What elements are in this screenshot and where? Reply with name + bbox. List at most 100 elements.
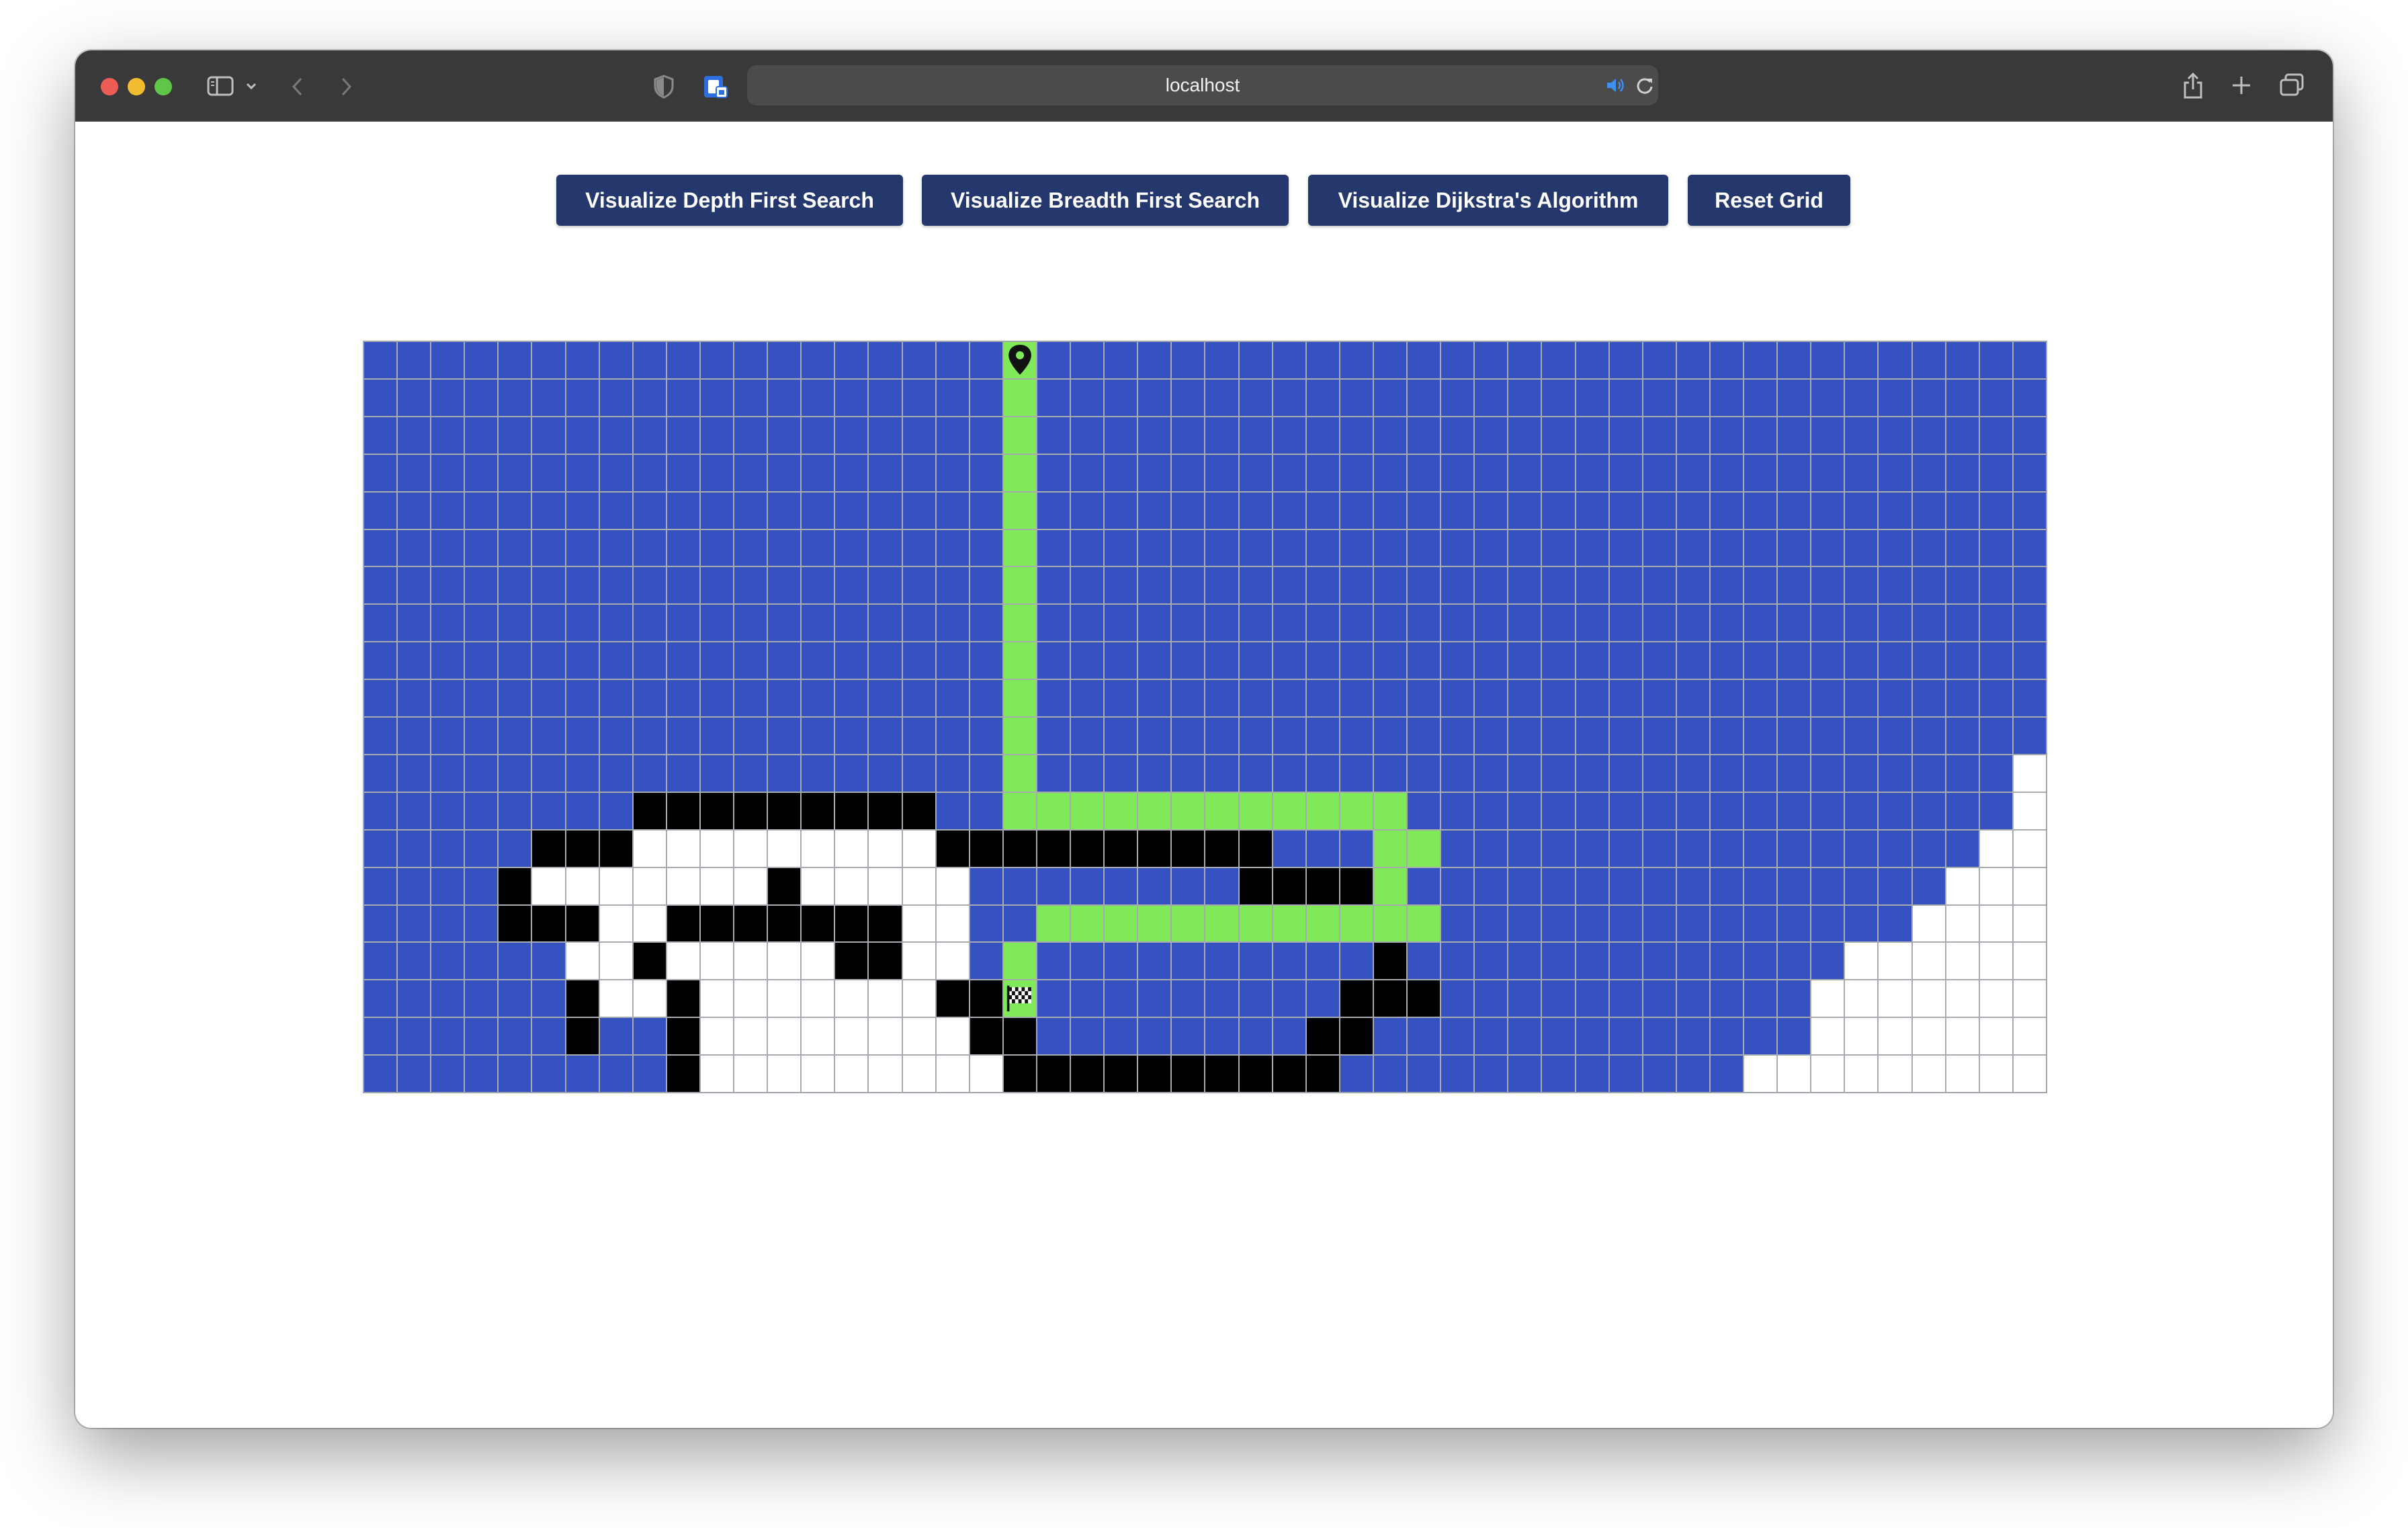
grid-cell[interactable] <box>1945 604 1979 642</box>
grid-cell[interactable] <box>1811 454 1845 492</box>
grid-cell[interactable] <box>1676 792 1710 830</box>
grid-cell[interactable] <box>1238 679 1273 717</box>
grid-cell[interactable] <box>1575 904 1609 943</box>
grid-cell[interactable] <box>464 679 499 717</box>
grid-cell[interactable] <box>734 1017 768 1056</box>
grid-cell[interactable] <box>1709 454 1744 492</box>
grid-cell[interactable] <box>699 867 734 905</box>
grid-cell[interactable] <box>2012 454 2047 492</box>
grid-cell[interactable] <box>565 491 599 529</box>
grid-cell[interactable] <box>1474 491 1508 529</box>
grid-cell[interactable] <box>531 754 566 792</box>
grid-cell[interactable] <box>1036 341 1071 379</box>
grid-cell[interactable] <box>1373 754 1408 792</box>
grid-cell[interactable] <box>969 1017 1003 1056</box>
grid-cell[interactable] <box>1508 341 1542 379</box>
grid-cell[interactable] <box>632 566 666 605</box>
grid-cell[interactable] <box>1171 980 1205 1018</box>
grid-cell[interactable] <box>1642 604 1676 642</box>
grid-cell[interactable] <box>666 566 700 605</box>
grid-cell[interactable] <box>1844 529 1879 567</box>
grid-cell[interactable] <box>464 566 499 605</box>
grid-cell[interactable] <box>1036 792 1071 830</box>
grid-cell[interactable] <box>363 980 398 1018</box>
password-icon[interactable] <box>703 73 730 100</box>
grid-cell[interactable] <box>868 454 902 492</box>
grid-cell[interactable] <box>699 491 734 529</box>
grid-cell[interactable] <box>1744 529 1778 567</box>
grid-cell[interactable] <box>1575 717 1609 755</box>
grid-cell[interactable] <box>1676 341 1710 379</box>
grid-cell[interactable] <box>1744 717 1778 755</box>
grid-cell[interactable] <box>1709 529 1744 567</box>
grid-cell[interactable] <box>599 642 633 680</box>
grid-cell[interactable] <box>599 754 633 792</box>
visualize-dijkstra-button[interactable]: Visualize Dijkstra's Algorithm <box>1308 175 1668 226</box>
grid-cell[interactable] <box>1070 867 1105 905</box>
new-tab-icon[interactable] <box>2231 75 2252 96</box>
grid-cell[interactable] <box>801 491 835 529</box>
grid-cell[interactable] <box>902 980 936 1018</box>
grid-cell[interactable] <box>1642 1017 1676 1056</box>
grid-cell[interactable] <box>1002 792 1037 830</box>
grid-cell[interactable] <box>2012 754 2047 792</box>
grid-cell[interactable] <box>834 1017 869 1056</box>
grid-cell[interactable] <box>1474 566 1508 605</box>
grid-cell[interactable] <box>1744 378 1778 417</box>
grid-cell[interactable] <box>1440 1055 1475 1093</box>
grid-cell[interactable] <box>1137 1017 1172 1056</box>
grid-cell[interactable] <box>1508 1055 1542 1093</box>
grid-cell[interactable] <box>1373 454 1408 492</box>
grid-cell[interactable] <box>431 529 465 567</box>
grid-cell[interactable] <box>801 454 835 492</box>
grid-cell[interactable] <box>734 980 768 1018</box>
grid-cell[interactable] <box>969 416 1003 454</box>
grid-cell[interactable] <box>565 529 599 567</box>
grid-cell[interactable] <box>1575 829 1609 867</box>
back-icon[interactable] <box>290 76 305 97</box>
grid-cell[interactable] <box>632 829 666 867</box>
grid-cell[interactable] <box>1575 754 1609 792</box>
grid-cell[interactable] <box>397 416 431 454</box>
grid-cell[interactable] <box>1508 792 1542 830</box>
grid-cell[interactable] <box>1945 1017 1979 1056</box>
grid-cell[interactable] <box>1205 792 1239 830</box>
grid-cell[interactable] <box>1440 454 1475 492</box>
grid-cell[interactable] <box>1272 642 1306 680</box>
grid-cell[interactable] <box>1777 754 1811 792</box>
grid-cell[interactable] <box>1844 341 1879 379</box>
grid-cell[interactable] <box>1508 491 1542 529</box>
grid-cell[interactable] <box>599 341 633 379</box>
grid-cell[interactable] <box>1305 754 1340 792</box>
grid-cell[interactable] <box>1608 980 1643 1018</box>
grid-cell[interactable] <box>1474 980 1508 1018</box>
grid-cell[interactable] <box>1272 980 1306 1018</box>
grid-cell[interactable] <box>1407 1017 1441 1056</box>
grid-cell[interactable] <box>1104 604 1138 642</box>
grid-cell[interactable] <box>834 717 869 755</box>
grid-cell[interactable] <box>1070 454 1105 492</box>
grid-cell[interactable] <box>1811 980 1845 1018</box>
grid-cell[interactable] <box>1171 717 1205 755</box>
grid-cell[interactable] <box>1002 829 1037 867</box>
grid-cell[interactable] <box>1002 717 1037 755</box>
grid-cell[interactable] <box>1777 416 1811 454</box>
grid-cell[interactable] <box>1238 942 1273 980</box>
grid-cell[interactable] <box>498 416 532 454</box>
grid-cell[interactable] <box>734 378 768 417</box>
grid-cell[interactable] <box>1305 904 1340 943</box>
grid-cell[interactable] <box>599 454 633 492</box>
grid-cell[interactable] <box>1979 942 2013 980</box>
grid-cell[interactable] <box>1744 904 1778 943</box>
grid-cell[interactable] <box>1676 1017 1710 1056</box>
grid-cell[interactable] <box>935 566 970 605</box>
grid-cell[interactable] <box>531 491 566 529</box>
grid-cell[interactable] <box>935 942 970 980</box>
grid-cell[interactable] <box>1272 529 1306 567</box>
grid-cell[interactable] <box>734 829 768 867</box>
grid-cell[interactable] <box>834 904 869 943</box>
grid-cell[interactable] <box>1339 1017 1373 1056</box>
grid-cell[interactable] <box>699 566 734 605</box>
grid-cell[interactable] <box>363 378 398 417</box>
grid-cell[interactable] <box>868 904 902 943</box>
